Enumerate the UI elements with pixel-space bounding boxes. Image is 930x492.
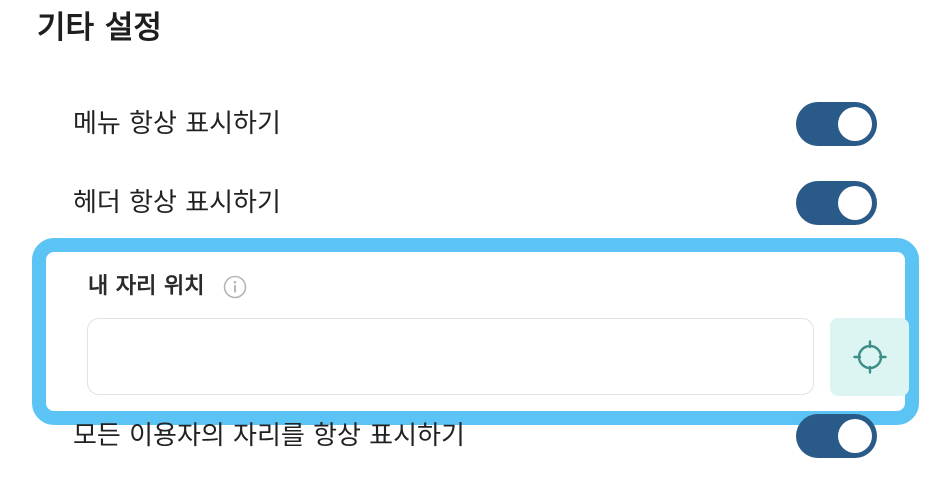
setting-label-always-show-header: 헤더 항상 표시하기 (73, 188, 281, 218)
info-icon[interactable] (223, 275, 247, 299)
locate-button[interactable] (830, 318, 909, 396)
toggle-knob (838, 107, 872, 141)
always-show-header-toggle[interactable] (796, 181, 877, 225)
setting-row-always-show-header: 헤더 항상 표시하기 (73, 179, 877, 227)
setting-row-always-show-everyone-seats: 모든 이용자의 자리를 항상 표시하기 (73, 412, 877, 460)
always-show-menu-toggle[interactable] (796, 102, 877, 146)
setting-row-always-show-menu: 메뉴 항상 표시하기 (73, 100, 877, 148)
section-title: 기타 설정 (37, 10, 162, 46)
always-show-everyone-seats-toggle[interactable] (796, 414, 877, 458)
my-location-panel: 내 자리 위치 (32, 238, 919, 425)
my-location-label-row: 내 자리 위치 (88, 272, 247, 302)
toggle-knob (838, 186, 872, 220)
setting-label-always-show-menu: 메뉴 항상 표시하기 (73, 109, 281, 139)
setting-label-always-show-everyone-seats: 모든 이용자의 자리를 항상 표시하기 (73, 421, 465, 451)
toggle-knob (838, 419, 872, 453)
my-location-label: 내 자리 위치 (88, 274, 205, 299)
crosshair-icon (852, 339, 888, 375)
my-location-input[interactable] (87, 318, 814, 395)
